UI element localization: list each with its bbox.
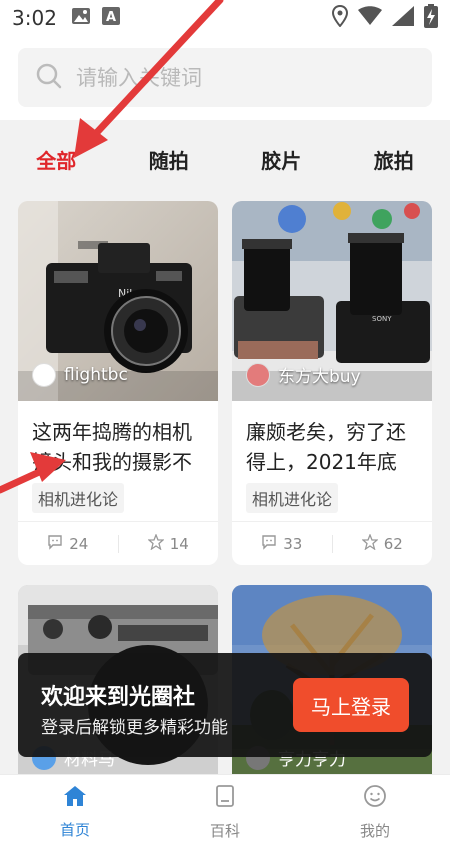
status-time: 3:02 [12,6,57,30]
login-button[interactable]: 马上登录 [293,678,409,732]
text-notification-icon: A [101,6,121,31]
search-box[interactable] [18,48,432,107]
battery-icon [424,3,438,33]
tab-all[interactable]: 全部 [0,145,113,174]
post-title[interactable]: 这两年捣腾的相机镜头和我的摄影不 [18,401,218,477]
search-area [0,36,450,120]
tab-film[interactable]: 胶片 [225,145,338,174]
login-banner-title: 欢迎来到光圈社 [41,685,196,710]
avatar [32,363,56,387]
post-stats: 33 62 [232,521,432,565]
topic-tag[interactable]: 相机进化论 [32,483,125,513]
post-stats: 24 14 [18,521,218,565]
post-card[interactable]: SONY 东方大buy 廉颇老矣，穷了还得上，2021年底 相机进化论 33 6… [232,201,432,565]
author-name: 东方大buy [278,367,361,387]
location-icon [331,4,349,32]
post-photo[interactable]: SONY 东方大buy [232,201,432,401]
post-photo[interactable]: Nikon flightbc [18,201,218,401]
login-banner: 欢迎来到光圈社 登录后解锁更多精彩功能 马上登录 [18,653,432,757]
nav-profile[interactable]: 我的 [300,775,450,850]
avatar [246,362,270,387]
star-icon [360,532,379,554]
comment-count[interactable]: 24 [18,534,118,554]
favorite-count[interactable]: 62 [333,532,433,554]
book-icon [214,784,236,812]
login-banner-subtitle: 登录后解锁更多精彩功能 [41,718,228,738]
post-author[interactable]: 东方大buy [246,362,361,387]
comment-count[interactable]: 33 [232,534,332,554]
tab-snapshots[interactable]: 随拍 [113,145,226,174]
post-title[interactable]: 廉颇老矣，穷了还得上，2021年底 [232,401,432,477]
post-card[interactable]: Nikon flightbc 这两年捣腾的相机镜头和我的摄影不 相机进化论 24… [18,201,218,565]
search-input[interactable] [76,65,396,90]
search-icon [36,63,62,93]
nav-home[interactable]: 首页 [0,775,150,850]
svg-text:SONY: SONY [372,315,392,323]
signal-icon [392,5,414,31]
post-author[interactable]: flightbc [32,363,128,387]
comment-icon [261,534,277,554]
bottom-nav: 首页 百科 我的 [0,774,450,850]
star-icon [146,532,165,554]
svg-text:A: A [106,10,116,25]
home-icon [63,785,87,811]
tab-travel[interactable]: 旅拍 [338,145,450,174]
image-notification-icon [71,6,91,30]
favorite-count[interactable]: 14 [119,532,219,554]
category-tabs: 全部 随拍 胶片 旅拍 [0,120,450,198]
comment-icon [47,534,63,554]
status-bar: 3:02 A [0,0,450,36]
profile-icon [363,784,387,812]
topic-tag[interactable]: 相机进化论 [246,483,339,513]
wifi-icon [358,5,382,31]
author-name: flightbc [64,365,128,385]
nav-encyclopedia[interactable]: 百科 [150,775,300,850]
